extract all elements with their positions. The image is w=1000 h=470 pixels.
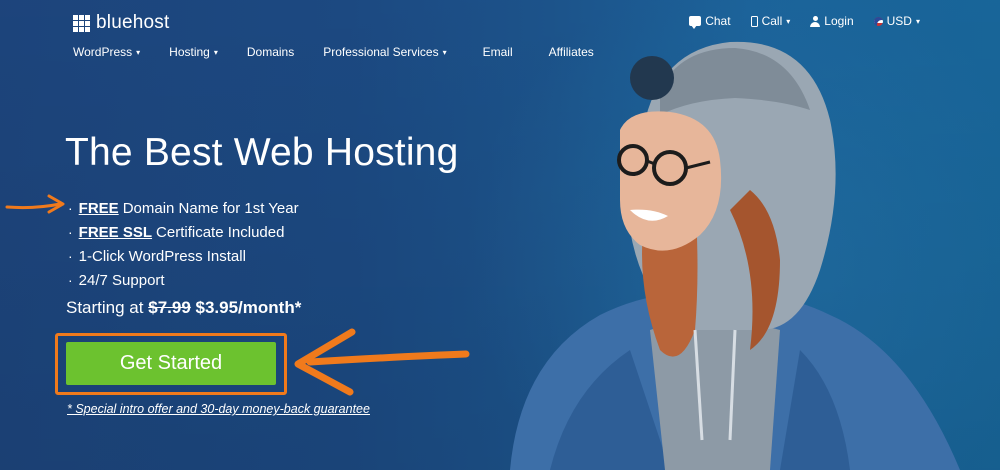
bullet-icon: · xyxy=(68,224,73,240)
annotation-arrow-right-icon xyxy=(294,328,470,396)
feature-text: 24/7 Support xyxy=(78,271,165,289)
list-item: · 1-Click WordPress Install xyxy=(68,244,299,268)
list-item: · FREE SSL Certificate Included xyxy=(68,220,299,244)
feature-emphasis: FREE xyxy=(78,199,119,217)
chevron-down-icon: ▾ xyxy=(786,16,791,26)
old-price: $7.99 xyxy=(148,298,191,317)
offer-guarantee-link[interactable]: * Special intro offer and 30-day money-b… xyxy=(67,402,370,416)
login-label: Login xyxy=(824,14,854,28)
nav-item-label: Domains xyxy=(246,45,295,59)
chevron-down-icon: ▾ xyxy=(442,47,447,57)
nav-item-affiliates[interactable]: Affiliates xyxy=(549,45,594,59)
new-price: $3.95/month* xyxy=(195,298,302,317)
bluehost-logo[interactable]: bluehost xyxy=(73,12,169,34)
nav-item-domains[interactable]: Domains xyxy=(247,45,294,59)
nav-item-label: WordPress xyxy=(73,45,133,59)
feature-text: Certificate Included xyxy=(156,223,285,241)
bullet-icon: · xyxy=(68,272,73,288)
user-icon xyxy=(810,15,821,27)
nav-item-wordpress[interactable]: WordPress ▾ xyxy=(73,45,140,59)
logo-grid-icon xyxy=(73,14,90,32)
chevron-down-icon: ▾ xyxy=(213,47,218,57)
nav-item-label: Email xyxy=(482,45,513,59)
nav-item-email[interactable]: Email xyxy=(483,45,513,59)
bullet-icon: · xyxy=(68,200,73,216)
currency-label: USD xyxy=(886,14,912,28)
list-item: · FREE Domain Name for 1st Year xyxy=(68,196,299,220)
hero-headline: The Best Web Hosting xyxy=(65,131,459,174)
chevron-down-icon: ▾ xyxy=(136,47,141,57)
annotation-arrow-left-icon xyxy=(5,194,65,214)
us-flag-icon xyxy=(873,16,883,26)
chat-link[interactable]: Chat xyxy=(689,14,731,29)
hero-photo-person xyxy=(510,41,960,470)
bullet-icon: · xyxy=(68,248,73,264)
feature-text: 1-Click WordPress Install xyxy=(78,247,246,265)
nav-item-hosting[interactable]: Hosting ▾ xyxy=(169,45,218,59)
nav-item-label: Affiliates xyxy=(548,45,594,59)
nav-item-label: Hosting xyxy=(169,45,210,59)
top-utility-bar: Chat Call ▾ Login USD ▾ xyxy=(689,14,920,29)
pricing-prefix: Starting at xyxy=(66,298,144,317)
chevron-down-icon: ▾ xyxy=(915,16,920,26)
nav-item-label: Professional Services xyxy=(323,45,439,59)
main-nav: WordPress ▾ Hosting ▾ Domains Profession… xyxy=(73,45,623,59)
feature-text: Domain Name for 1st Year xyxy=(122,199,299,217)
logo-text: bluehost xyxy=(96,12,170,33)
list-item: · 24/7 Support xyxy=(68,268,299,292)
call-menu[interactable]: Call ▾ xyxy=(750,14,791,28)
pricing-line: Starting at $7.99 $3.95/month* xyxy=(66,298,301,318)
chat-label: Chat xyxy=(705,14,731,28)
currency-menu[interactable]: USD ▾ xyxy=(873,14,920,28)
chat-icon xyxy=(689,16,702,29)
login-link[interactable]: Login xyxy=(810,14,854,28)
get-started-button[interactable]: Get Started xyxy=(66,342,276,385)
nav-item-professional-services[interactable]: Professional Services ▾ xyxy=(323,45,446,59)
feature-list: · FREE Domain Name for 1st Year · FREE S… xyxy=(68,196,299,292)
call-label: Call xyxy=(761,14,783,28)
phone-icon xyxy=(750,15,758,27)
feature-emphasis: FREE SSL xyxy=(78,223,153,241)
